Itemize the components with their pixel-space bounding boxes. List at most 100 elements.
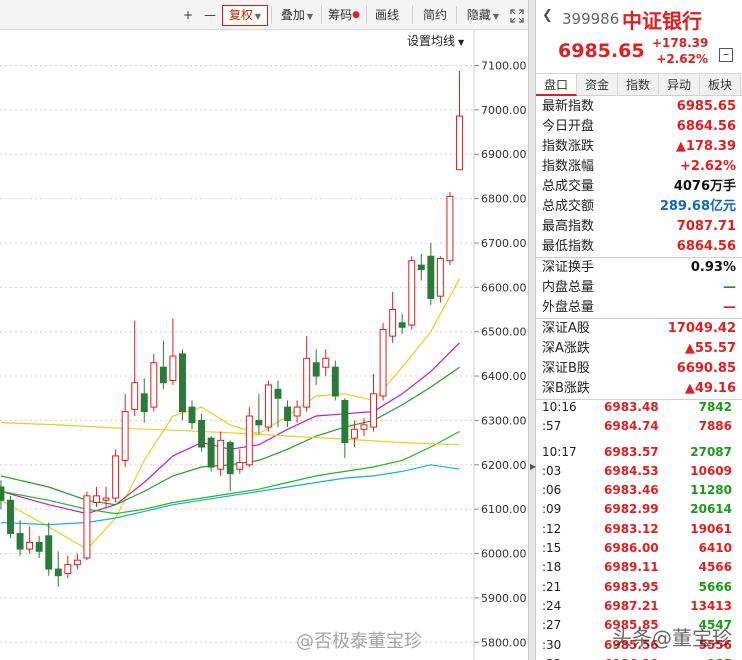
chevron-down-icon: ▼: [254, 12, 262, 21]
huaxian-button[interactable]: 画线: [370, 5, 404, 26]
up-candle: [303, 336, 311, 412]
quote-value: +2.62%: [680, 159, 736, 174]
quote-table: 最新指数 6985.65 今日开盘 6864.56 指数涨跌 ▲178.39 指数涨幅 +2.…: [536, 97, 742, 400]
quote-value: ▲55.57: [684, 341, 736, 356]
y-tick-label: 6600.00: [481, 281, 527, 294]
zoom-out-button[interactable]: —: [200, 5, 220, 26]
tick-volume: 27087: [690, 444, 732, 459]
yincang-button[interactable]: 隐藏 ▼: [460, 5, 506, 26]
diejia-button[interactable]: 叠加 ▼: [274, 5, 320, 26]
up-candle: [379, 322, 387, 401]
quote-label: 深证B股: [542, 361, 590, 376]
tick-price: 6984.53: [604, 463, 659, 478]
up-candle: [93, 486, 100, 507]
candle-body: [54, 568, 62, 577]
tab-0[interactable]: 盘口: [536, 74, 577, 96]
y-tick-label: 6400.00: [481, 370, 527, 383]
candle-body: [360, 424, 368, 430]
collapse-panel-button[interactable]: –: [719, 48, 733, 62]
toolbar-divider: [271, 6, 272, 24]
candle-body: [45, 535, 53, 570]
down-candle: [417, 254, 425, 281]
tab-3[interactable]: 异动: [659, 74, 700, 96]
candle-body: [284, 406, 292, 421]
quote-label: 指数涨跌: [542, 139, 595, 154]
y-tick-label: 7100.00: [481, 59, 527, 72]
candle-body: [140, 393, 148, 413]
up-candle: [121, 393, 129, 468]
candle-body: [341, 399, 349, 444]
tick-volume: 19061: [690, 521, 732, 536]
candle-body: [303, 357, 311, 408]
toolbar-divider: [366, 6, 367, 24]
y-tick-label: 6000.00: [481, 548, 527, 561]
candle-body: [0, 486, 5, 501]
symbol-name: 中证银行: [622, 9, 702, 33]
candle-body: [446, 195, 454, 262]
chevron-down-icon: ▼: [306, 12, 314, 21]
quote-label: 内盘总量: [542, 280, 595, 295]
up-candle: [26, 526, 34, 554]
zoom-in-button[interactable]: +: [178, 5, 198, 26]
candle-body: [398, 322, 406, 328]
diejia-label: 叠加: [280, 8, 305, 22]
up-candle: [150, 353, 158, 412]
tick-list[interactable]: 10:16 6983.48 7842:57 6984.74 7886 10:17 6983.…: [536, 398, 742, 660]
up-candle: [131, 320, 139, 416]
quote-label: 最高指数: [542, 219, 595, 234]
symbol-code: 399986: [562, 10, 620, 28]
up-candle: [293, 400, 301, 423]
tick-volume: 10609: [690, 463, 732, 478]
quote-label: 深证换手: [542, 260, 595, 275]
chouma-button[interactable]: 筹码●: [324, 5, 364, 26]
tick-price: 6983.12: [604, 521, 659, 536]
tab-2[interactable]: 指数: [618, 74, 659, 96]
tick-time: :30: [542, 637, 562, 652]
panel-splitter[interactable]: ▶: [528, 0, 536, 660]
quote-row: 最低指数 6864.56: [536, 237, 742, 257]
y-tick-label: 6200.00: [481, 459, 527, 472]
candle-body: [169, 355, 177, 381]
down-candle: [284, 400, 292, 428]
change-percent: +2.62%: [656, 52, 708, 66]
quote-value: ▲49.16: [684, 381, 736, 396]
y-tick-label: 6300.00: [481, 414, 527, 427]
down-candle: [54, 551, 62, 587]
up-candle: [389, 291, 397, 343]
candle-body: [264, 384, 272, 428]
yincang-label: 隐藏: [466, 8, 491, 22]
jianyue-button[interactable]: 简约: [418, 5, 452, 26]
y-tick-label: 6500.00: [481, 326, 527, 339]
tick-time: 10:17: [542, 444, 577, 459]
quote-row: 深A涨跌 ▲55.57: [536, 339, 742, 359]
tab-1[interactable]: 资金: [577, 74, 618, 96]
tick-price: 6984.74: [604, 419, 659, 434]
tick-price: 6989.11: [604, 560, 659, 575]
fullscreen-button[interactable]: [508, 5, 526, 26]
candle-body: [245, 415, 253, 466]
down-candle: [255, 393, 263, 434]
quote-label: 总成交量: [542, 179, 595, 194]
tick-volume: 20614: [690, 502, 732, 517]
tick-row: 10:17 6983.57 27087: [536, 443, 742, 462]
chart-grid: [0, 64, 479, 643]
tick-time: :12: [542, 521, 562, 536]
up-candle: [73, 553, 81, 570]
fuquan-button[interactable]: 复权 ▼: [222, 5, 268, 26]
kline-chart[interactable]: 5800.00 5900.00 6000.00 6100.00 6200.00 6300.…: [0, 30, 528, 660]
tick-price: 6983.48: [604, 400, 659, 414]
quote-label: 最低指数: [542, 239, 595, 254]
y-tick-label: 6900.00: [481, 148, 527, 161]
tick-price: 6983.95: [604, 579, 659, 594]
panel-tabs: 盘口 资金 指数 异动 板块: [536, 74, 742, 96]
candle-body: [26, 541, 34, 550]
tab-4[interactable]: 板块: [700, 74, 741, 96]
symbol-header: ❮ 399986 中证银行 6985.65 +178.39 +2.62% –: [536, 0, 742, 74]
quote-row: 指数涨幅 +2.62%: [536, 157, 742, 177]
quote-row: 深B涨跌 ▲49.16: [536, 379, 742, 399]
notification-dot-icon: ●: [352, 10, 360, 20]
y-tick-label: 6100.00: [481, 503, 527, 516]
down-candle: [7, 495, 14, 538]
symbol-menu-icon[interactable]: ❮: [542, 8, 553, 23]
toolbar-divider: [412, 6, 413, 24]
